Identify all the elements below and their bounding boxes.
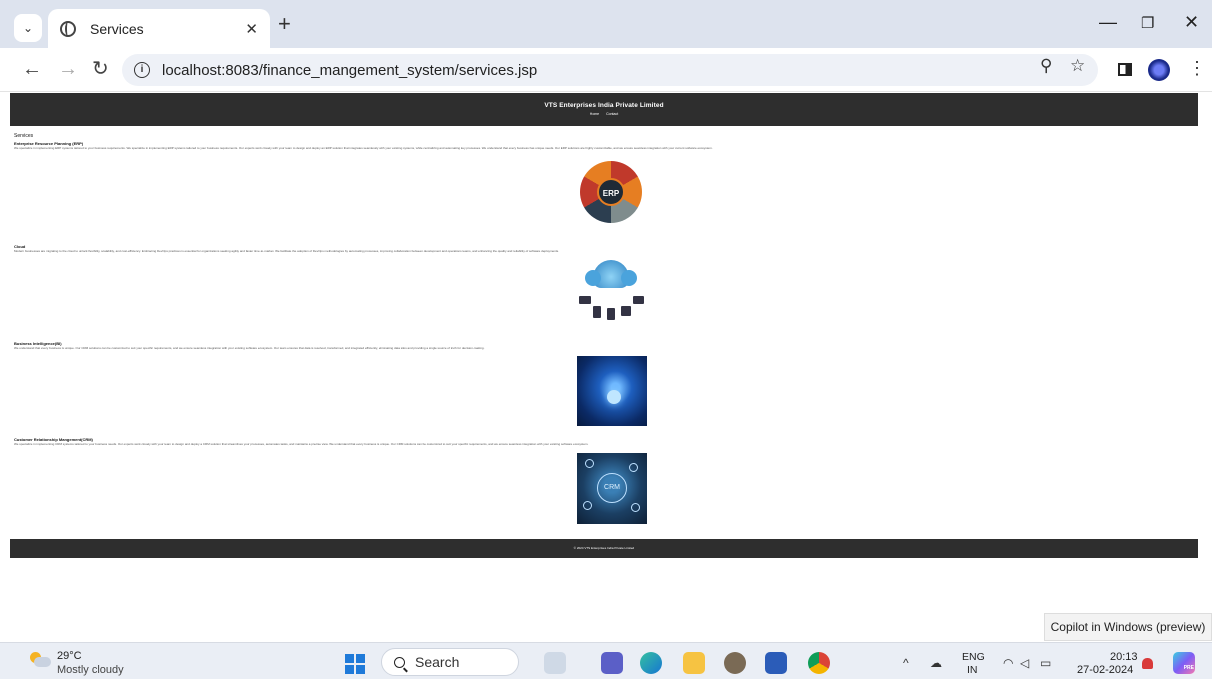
browser-toolbar: ← → ↻ i localhost:8083/finance_mangement… — [0, 48, 1212, 92]
globe-icon — [60, 20, 76, 37]
service-description: We understand that every business is uni… — [14, 346, 485, 350]
crm-node — [585, 459, 594, 468]
windows-start-icon[interactable] — [345, 654, 365, 674]
address-bar[interactable]: i localhost:8083/finance_mangement_syste… — [122, 54, 1098, 86]
taskbar-search[interactable]: Search — [381, 648, 519, 676]
language-indicator[interactable]: ENG — [962, 651, 985, 663]
bi-glow — [607, 390, 621, 404]
service-bi: Business Intelligence(BI) We understand … — [14, 341, 1194, 350]
service-description: We specialize in implementing ERP system… — [14, 146, 713, 150]
monitor-icon — [621, 306, 631, 316]
bookmark-star-icon[interactable]: ☆ — [1070, 56, 1085, 76]
side-panel-icon[interactable] — [1118, 63, 1132, 76]
site-nav: Home Contact — [10, 112, 1198, 116]
tab-search-button[interactable]: ⌄ — [14, 14, 42, 42]
search-icon — [394, 656, 405, 668]
tab-strip: ⌄ Services ✕ + — ❐ ✕ — [0, 0, 1212, 48]
edge-icon[interactable] — [640, 652, 662, 674]
tab-title: Services — [90, 20, 144, 37]
service-crm: Customer Relationship Mangement(CRM) We … — [14, 437, 1194, 446]
phone-icon — [593, 306, 601, 318]
nav-contact-link[interactable]: Contact — [606, 112, 618, 116]
laptop-icon — [633, 296, 644, 304]
chevron-up-icon[interactable]: ^ — [903, 656, 909, 670]
volume-icon[interactable]: ◁ — [1020, 656, 1029, 670]
menu-kebab-icon[interactable]: ⋮ — [1188, 58, 1206, 79]
service-cloud: Cloud Modern businesses are migrating to… — [14, 244, 1194, 253]
close-window-icon[interactable]: ✕ — [1184, 12, 1199, 33]
chrome-icon[interactable] — [808, 652, 830, 674]
service-description: We specialize in implementing CRM system… — [14, 442, 589, 446]
service-description: Modern businesses are migrating to the c… — [14, 249, 560, 253]
laptop-icon — [579, 296, 591, 304]
new-tab-button[interactable]: + — [278, 13, 291, 35]
reload-icon[interactable]: ↻ — [92, 57, 109, 81]
zoom-icon[interactable]: ⚲ — [1040, 56, 1052, 76]
erp-image-label: ERP — [597, 178, 625, 206]
copilot-toast[interactable]: Copilot in Windows (preview) — [1044, 613, 1212, 641]
cloud-image — [577, 258, 645, 322]
crm-node — [629, 463, 638, 472]
services-content: Services Enterprise Resource Planning (E… — [14, 133, 1194, 446]
copilot-taskbar-icon[interactable]: PRE — [1173, 652, 1195, 674]
search-label: Search — [415, 654, 460, 670]
bi-image — [577, 356, 647, 426]
weather-cloudy-icon[interactable] — [30, 652, 51, 668]
weather-temperature[interactable]: 29°C — [57, 650, 82, 662]
restore-icon[interactable]: ❐ — [1141, 14, 1154, 32]
tablet-icon — [607, 308, 615, 320]
battery-icon[interactable]: ▭ — [1040, 656, 1051, 670]
site-title: VTS Enterprises India Private Limited — [544, 102, 664, 109]
close-icon[interactable]: ✕ — [245, 20, 258, 38]
erp-image: ERP — [580, 161, 642, 223]
site-header: VTS Enterprises India Private Limited Ho… — [10, 93, 1198, 126]
taskbar: 29°C Mostly cloudy Search ^ ☁ ENG IN ◠ ◁… — [0, 642, 1212, 679]
minimize-icon[interactable]: — — [1099, 12, 1117, 33]
nav-home-link[interactable]: Home — [590, 112, 599, 116]
site-footer: © 2024 VTS Enterprises India Private Lim… — [10, 539, 1198, 558]
back-icon[interactable]: ← — [22, 57, 42, 81]
app-icon[interactable] — [724, 652, 746, 674]
tab-services[interactable]: Services ✕ — [48, 9, 270, 48]
file-explorer-icon[interactable] — [683, 652, 705, 674]
clock-time[interactable]: 20:13 — [1110, 651, 1138, 663]
crm-image: CRM — [577, 453, 647, 524]
teams-icon[interactable] — [601, 652, 623, 674]
profile-avatar[interactable] — [1148, 59, 1170, 81]
cloud-icon — [585, 260, 637, 288]
page-viewport: VTS Enterprises India Private Limited Ho… — [0, 93, 1212, 638]
crm-node — [583, 501, 592, 510]
forward-icon[interactable]: → — [58, 57, 78, 81]
word-icon[interactable] — [765, 652, 787, 674]
clock-date[interactable]: 27-02-2024 — [1077, 664, 1133, 676]
crm-node — [631, 503, 640, 512]
copilot-widget-icon[interactable] — [544, 652, 566, 674]
info-icon[interactable]: i — [134, 62, 150, 78]
url-text: localhost:8083/finance_mangement_system/… — [162, 61, 538, 79]
service-erp: Enterprise Resource Planning (ERP) We sp… — [14, 141, 1194, 150]
language-region[interactable]: IN — [967, 664, 978, 676]
notification-bell-icon[interactable] — [1142, 658, 1153, 669]
wifi-icon[interactable]: ◠ — [1003, 656, 1013, 670]
weather-condition[interactable]: Mostly cloudy — [57, 664, 124, 676]
onedrive-icon[interactable]: ☁ — [930, 656, 942, 670]
page-title: Services — [14, 133, 34, 139]
crm-image-label: CRM — [597, 473, 627, 503]
